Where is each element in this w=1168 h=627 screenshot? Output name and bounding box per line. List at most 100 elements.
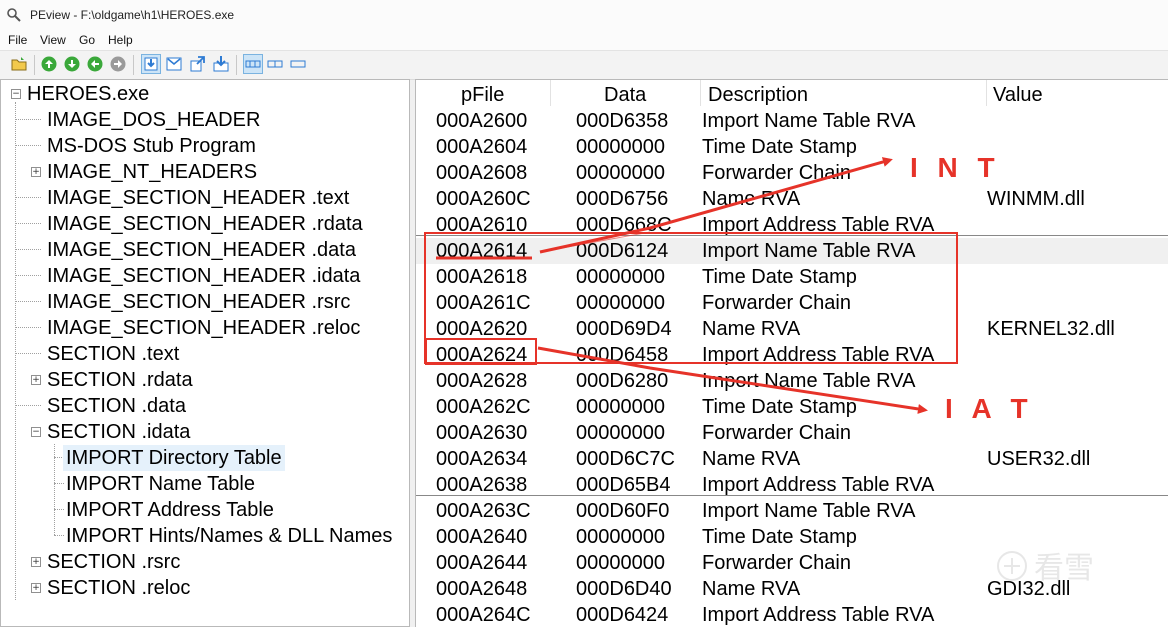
tree-expand-rdata-icon[interactable]: +: [31, 375, 41, 385]
tree-pane[interactable]: − + + − + + HEROES.exe IMAGE_DOS_HEADER …: [0, 79, 410, 627]
table-row[interactable]: 000A2644 00000000 Forwarder Chain: [416, 550, 1168, 576]
window-title: PEview - F:\oldgame\h1\HEROES.exe: [30, 8, 235, 22]
cell-pfile: 000A2644: [436, 552, 528, 574]
tree-item-section-rsrc[interactable]: SECTION .rsrc: [47, 549, 180, 575]
tree-item-section-data[interactable]: SECTION .data: [47, 393, 186, 419]
table-row[interactable]: 000A2624 000D6458 Import Address Table RVA: [416, 342, 1168, 368]
cell-data: 00000000: [576, 422, 665, 444]
view-hex-icon[interactable]: [165, 55, 183, 73]
cell-pfile: 000A2628: [436, 370, 528, 392]
table-row[interactable]: 000A261C 00000000 Forwarder Chain: [416, 290, 1168, 316]
column-header-data[interactable]: Data: [604, 82, 646, 108]
cell-pfile: 000A2608: [436, 162, 528, 184]
tree-expand-nt-headers-icon[interactable]: +: [31, 167, 41, 177]
tree-collapse-root-icon[interactable]: −: [11, 89, 21, 99]
cell-data: 000D6D40: [576, 578, 672, 600]
cell-pfile: 000A2630: [436, 422, 528, 444]
tree-item-section-header-rdata[interactable]: IMAGE_SECTION_HEADER .rdata: [47, 211, 363, 237]
table-row[interactable]: 000A2618 00000000 Time Date Stamp: [416, 264, 1168, 290]
tree-item-section-header-idata[interactable]: IMAGE_SECTION_HEADER .idata: [47, 263, 360, 289]
cell-description: Import Name Table RVA: [702, 500, 916, 522]
cell-description: Time Date Stamp: [702, 396, 857, 418]
table-row[interactable]: 000A2634 000D6C7C Name RVA USER32.dll: [416, 446, 1168, 472]
cell-description: Import Name Table RVA: [702, 240, 916, 262]
cell-pfile: 000A2640: [436, 526, 528, 548]
view-export-icon[interactable]: [189, 55, 207, 73]
view-struct-icon[interactable]: [141, 54, 161, 74]
table-row[interactable]: 000A2614 000D6124 Import Name Table RVA: [416, 238, 1168, 264]
table-row[interactable]: 000A264C 000D6424 Import Address Table RVA: [416, 602, 1168, 627]
tree-item-nt-headers[interactable]: IMAGE_NT_HEADERS: [47, 159, 257, 185]
table-row[interactable]: 000A260C 000D6756 Name RVA WINMM.dll: [416, 186, 1168, 212]
tree-root[interactable]: HEROES.exe: [27, 81, 149, 107]
table-row[interactable]: 000A262C 00000000 Time Date Stamp: [416, 394, 1168, 420]
tree-item-import-name-table[interactable]: IMPORT Name Table: [66, 471, 255, 497]
tree-item-section-rdata[interactable]: SECTION .rdata: [47, 367, 193, 393]
tree-item-import-directory-table[interactable]: IMPORT Directory Table: [63, 445, 285, 471]
tree-item-section-header-data[interactable]: IMAGE_SECTION_HEADER .data: [47, 237, 356, 263]
view-list-icon[interactable]: [266, 55, 284, 73]
tree-expand-rsrc-icon[interactable]: +: [31, 557, 41, 567]
view-import-icon[interactable]: [212, 55, 230, 73]
cell-data: 000D6458: [576, 344, 669, 366]
tree-item-import-address-table[interactable]: IMPORT Address Table: [66, 497, 274, 523]
menu-view[interactable]: View: [40, 33, 66, 47]
table-row[interactable]: 000A2608 00000000 Forwarder Chain: [416, 160, 1168, 186]
tree-item-dos-stub[interactable]: MS-DOS Stub Program: [47, 133, 256, 159]
cell-description: Import Name Table RVA: [702, 370, 916, 392]
tree-collapse-idata-icon[interactable]: −: [31, 427, 41, 437]
refresh-icon[interactable]: [109, 55, 127, 73]
tree-expand-reloc-icon[interactable]: +: [31, 583, 41, 593]
cell-description: Forwarder Chain: [702, 162, 851, 184]
column-header-value[interactable]: Value: [993, 82, 1043, 108]
table-row[interactable]: 000A2600 000D6358 Import Name Table RVA: [416, 108, 1168, 134]
cell-value: KERNEL32.dll: [987, 318, 1115, 340]
view-details-icon[interactable]: [243, 54, 263, 74]
table-row[interactable]: 000A2628 000D6280 Import Name Table RVA: [416, 368, 1168, 394]
cell-description: Name RVA: [702, 448, 801, 470]
table-row[interactable]: 000A2604 00000000 Time Date Stamp: [416, 134, 1168, 160]
cell-description: Import Name Table RVA: [702, 110, 916, 132]
cell-description: Forwarder Chain: [702, 552, 851, 574]
column-header-pfile[interactable]: pFile: [461, 82, 504, 108]
detail-list[interactable]: pFile Data Description Value 000A2600 000…: [415, 79, 1168, 627]
cell-description: Name RVA: [702, 188, 801, 210]
descriptor-separator: [416, 495, 1168, 496]
tree-item-section-idata[interactable]: SECTION .idata: [47, 419, 190, 445]
title-bar: PEview - F:\oldgame\h1\HEROES.exe: [0, 0, 1168, 30]
tree-item-import-hints-names[interactable]: IMPORT Hints/Names & DLL Names: [66, 523, 392, 549]
cell-description: Time Date Stamp: [702, 266, 857, 288]
table-row[interactable]: 000A2640 00000000 Time Date Stamp: [416, 524, 1168, 550]
forward-icon[interactable]: [63, 55, 81, 73]
column-header-description[interactable]: Description: [708, 82, 808, 108]
back-icon[interactable]: [40, 55, 58, 73]
view-small-icon[interactable]: [289, 55, 307, 73]
tree-item-section-header-text[interactable]: IMAGE_SECTION_HEADER .text: [47, 185, 349, 211]
cell-pfile: 000A264C: [436, 604, 531, 626]
cell-value: USER32.dll: [987, 448, 1091, 470]
cell-pfile: 000A2624: [436, 344, 528, 366]
cell-data: 00000000: [576, 526, 665, 548]
up-icon[interactable]: [86, 55, 104, 73]
table-row[interactable]: 000A263C 000D60F0 Import Name Table RVA: [416, 498, 1168, 524]
cell-description: Name RVA: [702, 578, 801, 600]
tree-item-section-header-rsrc[interactable]: IMAGE_SECTION_HEADER .rsrc: [47, 289, 350, 315]
tree-item-dos-header[interactable]: IMAGE_DOS_HEADER: [47, 107, 260, 133]
cell-value: GDI32.dll: [987, 578, 1071, 600]
cell-data: 000D6124: [576, 240, 669, 262]
open-folder-icon[interactable]: [10, 55, 28, 73]
cell-description: Time Date Stamp: [702, 136, 857, 158]
table-row[interactable]: 000A2630 00000000 Forwarder Chain: [416, 420, 1168, 446]
table-row[interactable]: 000A2620 000D69D4 Name RVA KERNEL32.dll: [416, 316, 1168, 342]
menu-go[interactable]: Go: [79, 33, 95, 47]
tree-item-section-text[interactable]: SECTION .text: [47, 341, 179, 367]
cell-pfile: 000A2618: [436, 266, 528, 288]
cell-pfile: 000A2634: [436, 448, 528, 470]
table-row[interactable]: 000A2648 000D6D40 Name RVA GDI32.dll: [416, 576, 1168, 602]
menu-help[interactable]: Help: [108, 33, 133, 47]
tree-item-section-header-reloc[interactable]: IMAGE_SECTION_HEADER .reloc: [47, 315, 360, 341]
menu-file[interactable]: File: [8, 33, 27, 47]
cell-description: Forwarder Chain: [702, 422, 851, 444]
tree-item-section-reloc[interactable]: SECTION .reloc: [47, 575, 190, 601]
descriptor-separator: [416, 235, 1168, 236]
